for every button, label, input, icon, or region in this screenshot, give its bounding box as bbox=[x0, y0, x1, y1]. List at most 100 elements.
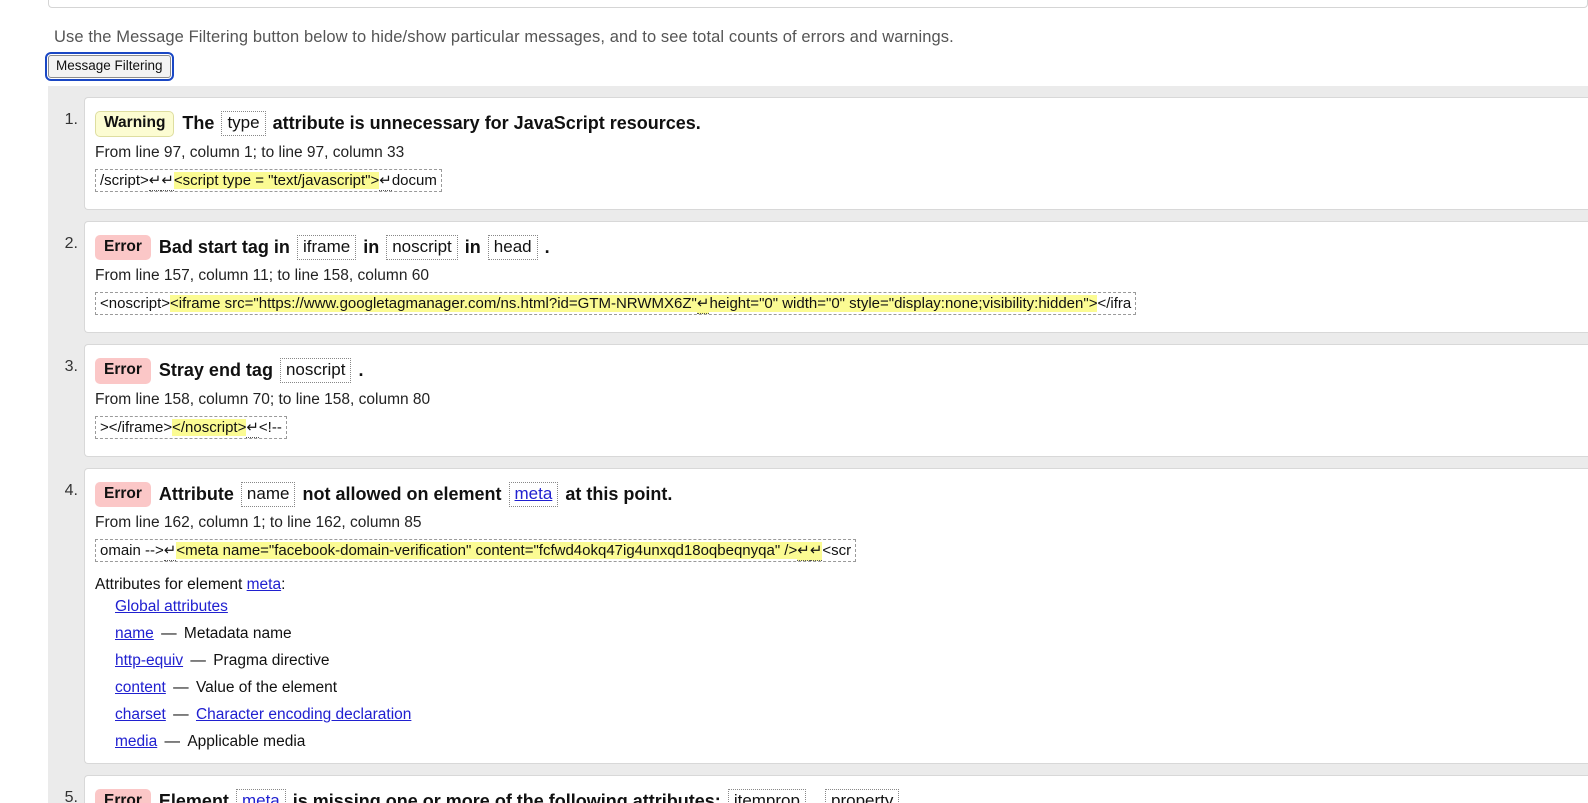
attribute-dash: — bbox=[168, 706, 193, 724]
attribute-list-item: content — Value of the element bbox=[115, 679, 1588, 697]
message-box: Warning The type attribute is unnecessary… bbox=[84, 97, 1588, 210]
element-spec-link[interactable]: meta bbox=[515, 484, 553, 503]
message-filtering-button[interactable]: Message Filtering bbox=[45, 52, 174, 81]
message-headline-text: Bad start tag in iframe in noscript in h… bbox=[158, 234, 550, 260]
message-filtering-button-wrap: Message Filtering bbox=[45, 52, 174, 81]
element-name-token: property bbox=[825, 789, 900, 803]
attributes-list: Global attributes name — Metadata name htt… bbox=[95, 598, 1588, 751]
headline-text-part: Attribute bbox=[158, 483, 234, 504]
message-headline-text: Element meta is missing one or more of t… bbox=[158, 789, 912, 803]
message-box: Error Attribute name not allowed on eleme… bbox=[84, 467, 1588, 765]
code-extract-segment: </ifra bbox=[1097, 295, 1132, 313]
code-extract-segment: <scr bbox=[822, 542, 852, 560]
message-item: 2. Error Bad start tag in iframe in noscri… bbox=[48, 210, 1588, 334]
attribute-description: Applicable media bbox=[187, 733, 306, 751]
severity-badge: Error bbox=[95, 481, 151, 508]
severity-badge: Error bbox=[95, 234, 151, 261]
attribute-name-link[interactable]: http-equiv bbox=[115, 652, 183, 669]
code-extract: /script>↵↵<script type = "text/javascrip… bbox=[95, 168, 442, 192]
code-extract-segment: <!-- bbox=[258, 418, 282, 436]
message-box: Error Stray end tag noscript . From line … bbox=[84, 344, 1588, 457]
message-index: 3. bbox=[64, 358, 78, 376]
element-name-token[interactable]: meta bbox=[235, 789, 286, 803]
message-location: From line 157, column 11; to line 158, c… bbox=[95, 267, 430, 285]
message-item: 4. Error Attribute name not allowed on ele… bbox=[48, 457, 1588, 765]
message-headline: Error Stray end tag noscript . bbox=[95, 357, 1588, 384]
attribute-description: Pragma directive bbox=[213, 652, 330, 670]
element-name-token: name bbox=[240, 481, 296, 507]
element-name-token: itemprop bbox=[727, 789, 806, 803]
severity-badge: Warning bbox=[95, 111, 175, 137]
attribute-list-item: http-equiv — Pragma directive bbox=[115, 652, 1588, 670]
message-headline-text: The type attribute is unnecessary for Ja… bbox=[182, 111, 701, 137]
attribute-dash: — bbox=[156, 625, 181, 643]
attribute-list-item: name — Metadata name bbox=[115, 625, 1588, 643]
element-name-token: type bbox=[221, 111, 266, 137]
element-name-token: noscript bbox=[386, 234, 458, 260]
severity-badge: Error bbox=[95, 358, 151, 384]
element-name-token: noscript bbox=[279, 358, 352, 384]
headline-text-part: Element bbox=[158, 791, 229, 803]
headline-text-part: Bad start tag in bbox=[158, 236, 290, 257]
validator-results-page: Use the Message Filtering button below t… bbox=[0, 0, 1588, 803]
message-index: 1. bbox=[64, 111, 78, 128]
attribute-description-link[interactable]: Character encoding declaration bbox=[196, 706, 411, 723]
attribute-description: Metadata name bbox=[183, 625, 292, 643]
element-spec-link[interactable]: meta bbox=[242, 791, 280, 803]
code-extract-segment: ></iframe> bbox=[100, 418, 173, 436]
message-item: 3. Error Stray end tag noscript . From lin… bbox=[48, 333, 1588, 457]
headline-text-part: , bbox=[812, 791, 818, 803]
attributes-intro-element-link[interactable]: meta bbox=[247, 576, 281, 593]
message-item: 5. Error Element meta is missing one or mo… bbox=[48, 764, 1588, 803]
top-summary-panel bbox=[48, 0, 1588, 8]
message-location: From line 97, column 1; to line 97, colu… bbox=[95, 143, 405, 161]
code-extract-segment: ↵ bbox=[246, 418, 259, 438]
message-headline: Warning The type attribute is unnecessary… bbox=[95, 110, 1588, 137]
code-extract-segment: <script type = "text/javascript"> bbox=[173, 171, 380, 189]
headline-text-part: not allowed on element bbox=[302, 483, 502, 504]
attribute-description: Value of the element bbox=[195, 679, 338, 697]
code-extract: <noscript><iframe src="https://www.googl… bbox=[95, 292, 1137, 316]
code-extract-segment: ↵ bbox=[163, 542, 177, 562]
headline-text-part: The bbox=[182, 113, 215, 133]
code-extract-segment: <iframe src="https://www.googletagmanage… bbox=[170, 295, 697, 313]
message-headline-text: Stray end tag noscript . bbox=[159, 358, 364, 384]
headline-text-part: . bbox=[906, 791, 912, 803]
attribute-list-item: charset — Character encoding declaration bbox=[115, 706, 1588, 724]
message-box: Error Element meta is missing one or more… bbox=[84, 775, 1588, 803]
headline-text-part: in bbox=[363, 236, 380, 257]
attributes-intro-suffix: : bbox=[281, 576, 286, 594]
message-location: From line 158, column 70; to line 158, c… bbox=[95, 390, 431, 408]
message-headline-text: Attribute name not allowed on element me… bbox=[158, 481, 672, 507]
code-extract-segment: </noscript> bbox=[172, 418, 247, 436]
attribute-list-item: media — Applicable media bbox=[115, 733, 1588, 751]
attributes-intro-prefix: Attributes for element bbox=[95, 576, 243, 594]
message-index: 5. bbox=[64, 789, 78, 803]
attribute-name-link[interactable]: content bbox=[115, 679, 166, 696]
code-extract-segment: ↵ bbox=[161, 171, 174, 191]
message-location: From line 162, column 1; to line 162, co… bbox=[95, 514, 422, 532]
message-index: 2. bbox=[64, 234, 78, 252]
element-name-token[interactable]: meta bbox=[508, 481, 559, 507]
message-headline: Error Attribute name not allowed on eleme… bbox=[95, 481, 1588, 508]
code-extract-segment: height="0" width="0" style="display:none… bbox=[709, 295, 1098, 313]
code-extract: ></iframe></noscript>↵<!-- bbox=[95, 415, 287, 439]
attribute-name-link[interactable]: name bbox=[115, 625, 154, 642]
message-box: Error Bad start tag in iframe in noscript… bbox=[84, 220, 1588, 334]
attribute-name-link[interactable]: media bbox=[115, 733, 157, 750]
attribute-name-link[interactable]: charset bbox=[115, 706, 166, 723]
message-headline: Error Bad start tag in iframe in noscript… bbox=[95, 234, 1588, 261]
code-extract-segment: ↵ bbox=[797, 542, 810, 562]
attribute-dash: — bbox=[160, 733, 185, 751]
code-extract-segment: <meta name="facebook-domain-verification… bbox=[176, 542, 798, 560]
headline-text-part: is missing one or more of the following … bbox=[292, 791, 721, 803]
intro-text: Use the Message Filtering button below t… bbox=[54, 28, 954, 46]
code-extract-segment: ↵ bbox=[809, 542, 823, 562]
message-index: 4. bbox=[64, 481, 78, 499]
attribute-dash: — bbox=[168, 679, 193, 697]
attributes-intro: Attributes for element meta: bbox=[95, 576, 1588, 594]
code-extract-segment: /script> bbox=[100, 171, 149, 189]
attribute-name-link[interactable]: Global attributes bbox=[115, 598, 228, 615]
attribute-dash: — bbox=[186, 652, 211, 670]
attribute-list-item: Global attributes bbox=[115, 598, 1588, 616]
